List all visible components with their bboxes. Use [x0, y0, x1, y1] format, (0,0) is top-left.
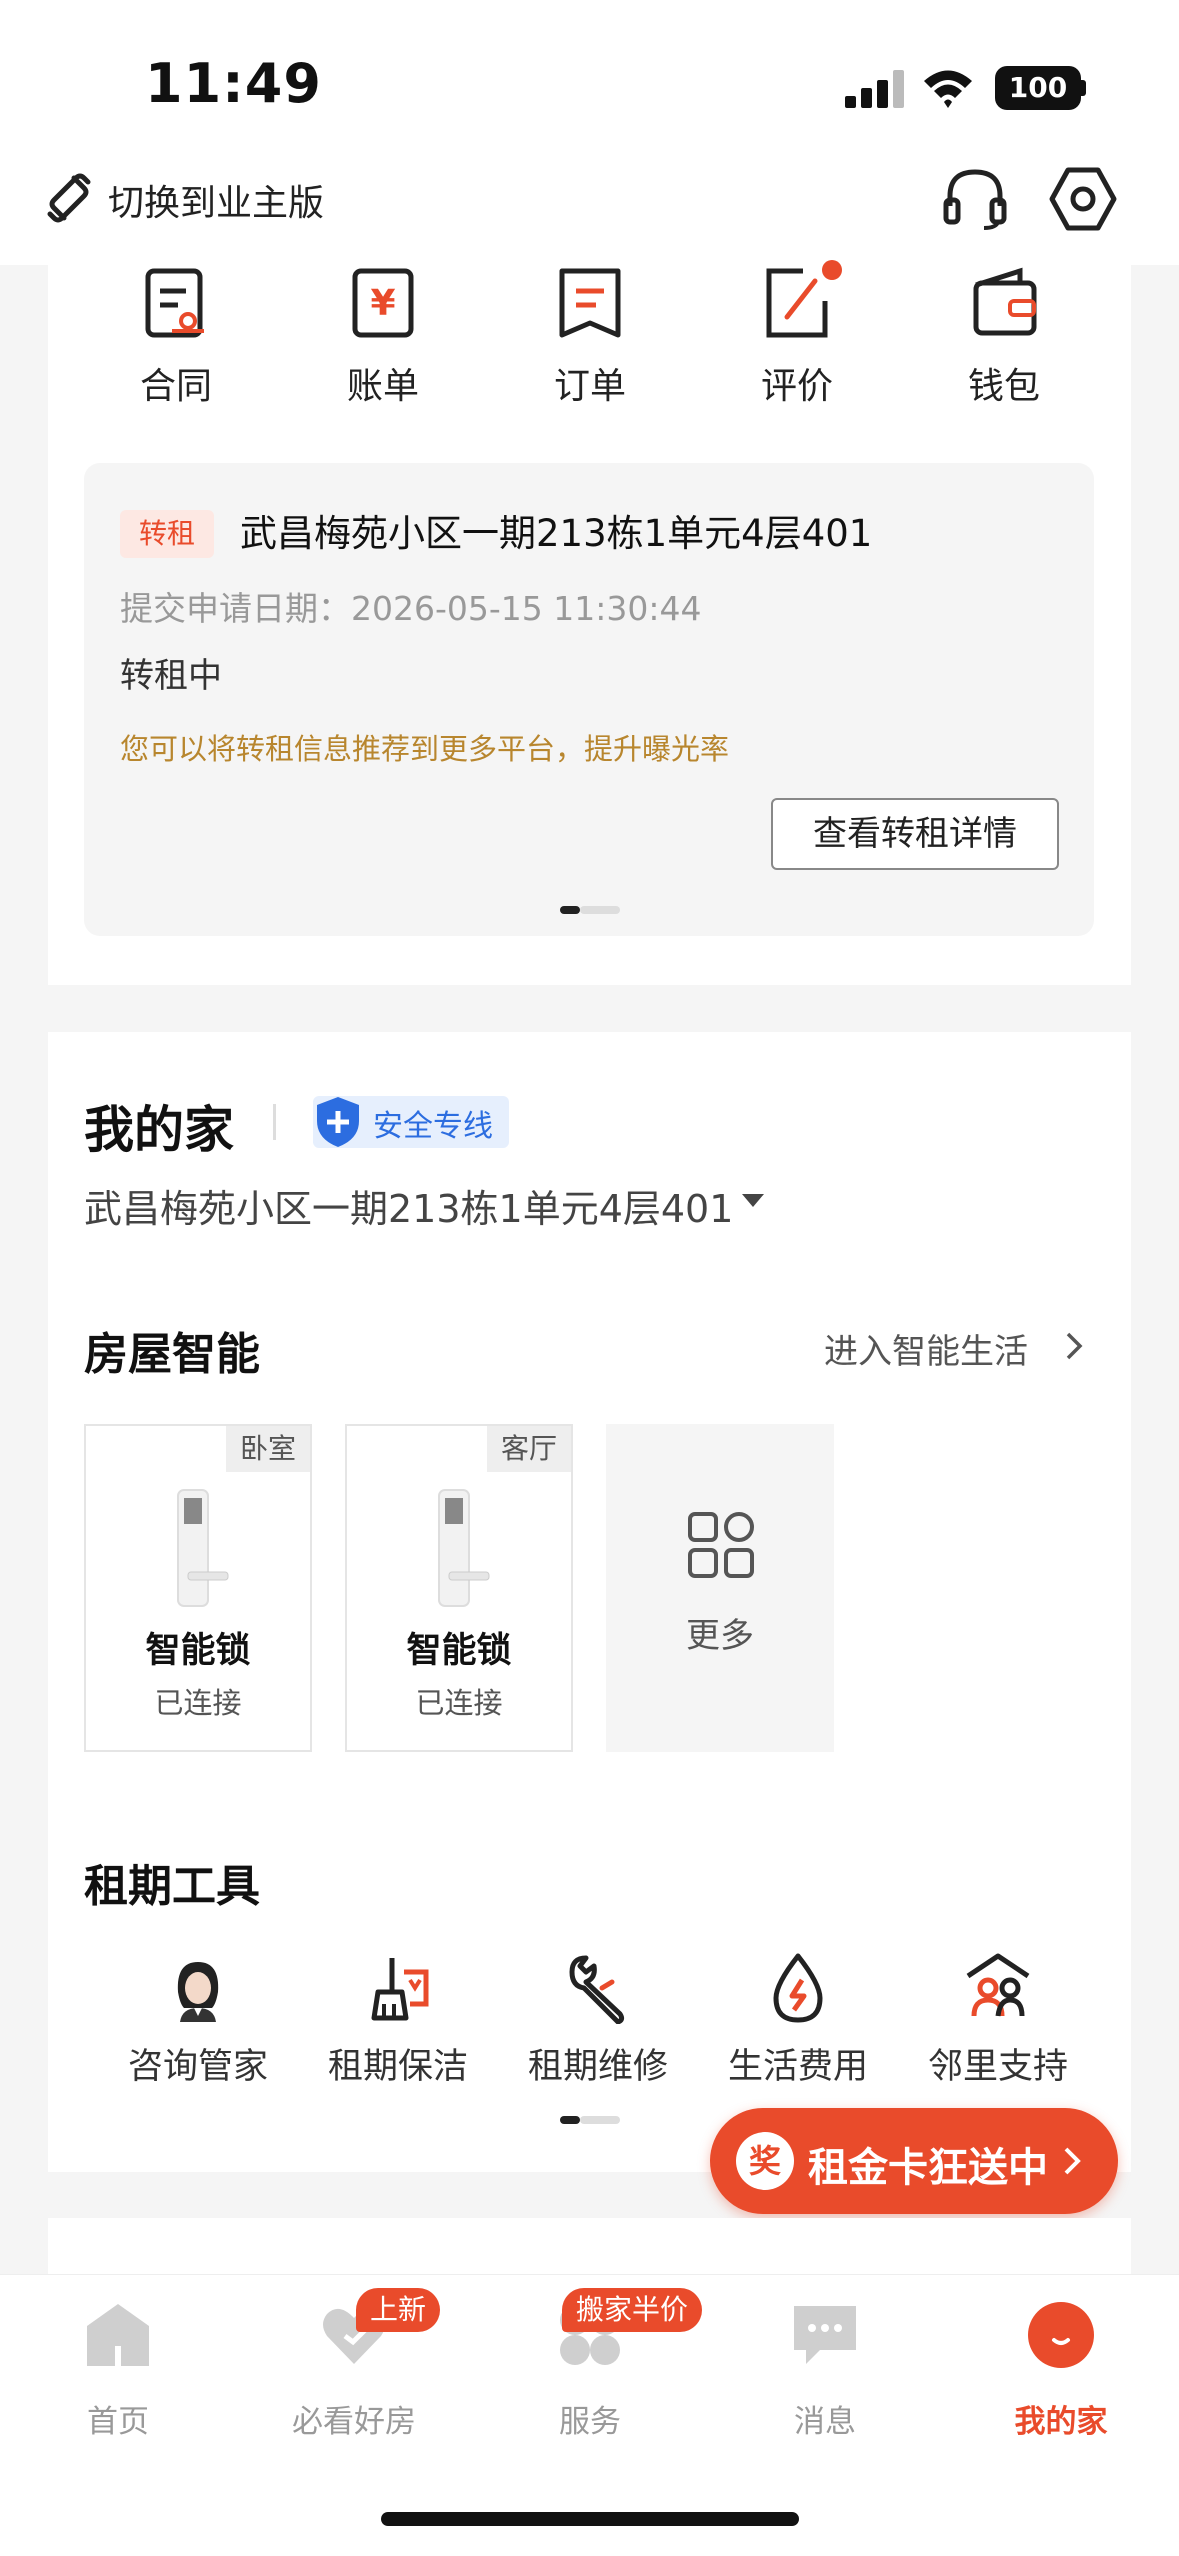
tab-label: 我的家 [1014, 2404, 1108, 2440]
home-indicator[interactable] [381, 2512, 799, 2526]
wallet-button[interactable]: 钱包 [924, 265, 1084, 415]
smart-lock-bedroom-tile[interactable]: 卧室 智能锁 已连接 [84, 1424, 312, 1752]
svg-text:¥: ¥ [370, 283, 395, 324]
tab-label: 首页 [87, 2404, 149, 2440]
caret-down-icon[interactable] [742, 1194, 764, 1207]
tool-label: 租期维修 [527, 2047, 668, 2087]
tab-messages[interactable]: 消息 [725, 2300, 925, 2440]
sublet-submit-date: 提交申请日期：2026-05-15 11:30:44 [120, 589, 702, 628]
sublet-pager [560, 906, 620, 914]
battery-tip [1081, 80, 1086, 96]
promo-label: 租金卡狂送中 [808, 2145, 1048, 2191]
tab-label: 必看好房 [292, 2404, 416, 2440]
review-icon [766, 268, 828, 338]
butler-avatar-icon [166, 1956, 230, 2022]
order-icon [559, 268, 621, 338]
sublet-tag: 转租 [120, 510, 214, 558]
new-badge: 上新 [356, 2288, 441, 2332]
tab-my-home[interactable]: 我的家 [961, 2300, 1161, 2440]
wallet-icon [973, 267, 1037, 336]
living-expenses-button[interactable]: 生活费用 [698, 1952, 898, 2092]
neighbor-icon [966, 1953, 1030, 2017]
message-icon [794, 2306, 856, 2364]
bill-label: 账单 [346, 366, 419, 407]
rental-repair-button[interactable]: 租期维修 [498, 1952, 698, 2092]
device-name: 智能锁 [145, 1631, 251, 1671]
smart-lock-livingroom-tile[interactable]: 客厅 智能锁 已连接 [345, 1424, 573, 1752]
cleaning-icon [371, 1958, 429, 2021]
smart-home-title: 房屋智能 [84, 1329, 260, 1380]
reward-badge: 奖 [736, 2132, 794, 2190]
grid-icon [688, 1512, 754, 1578]
device-status: 已连接 [415, 1686, 503, 1720]
utility-icon [773, 1953, 823, 2023]
order-button[interactable]: 订单 [510, 265, 670, 415]
chevron-right-icon[interactable] [1064, 1330, 1084, 1362]
status-time: 11:49 [145, 52, 322, 115]
neighbor-support-button[interactable]: 邻里支持 [898, 1952, 1098, 2092]
rental-tools-title: 租期工具 [84, 1861, 260, 1912]
wallet-label: 钱包 [967, 366, 1040, 407]
shield-plus-icon [317, 1097, 359, 1147]
device-room-label: 客厅 [487, 1426, 571, 1472]
tool-label: 咨询管家 [127, 2047, 268, 2087]
tool-label: 租期保洁 [327, 2047, 468, 2087]
tool-label: 生活费用 [727, 2047, 868, 2087]
more-label: 更多 [686, 1616, 754, 1656]
wifi-icon [924, 70, 972, 108]
smart-lock-icon [438, 1489, 490, 1607]
contract-label: 合同 [139, 366, 212, 407]
consult-butler-button[interactable]: 咨询管家 [98, 1952, 298, 2092]
tools-pager [560, 2116, 620, 2124]
sublet-tip: 您可以将转租信息推荐到更多平台，提升曝光率 [120, 732, 730, 766]
more-devices-tile[interactable]: 更多 [606, 1424, 834, 1752]
home-address-selector[interactable]: 武昌梅苑小区一期213栋1单元4层401 [84, 1178, 733, 1233]
next-card-peek [48, 2218, 1131, 2278]
sublet-address: 武昌梅苑小区一期213栋1单元4层401 [240, 512, 873, 555]
review-notification-dot [822, 260, 842, 280]
review-label: 评价 [760, 366, 833, 407]
headset-icon[interactable] [940, 162, 1010, 232]
tab-home[interactable]: 首页 [18, 2300, 218, 2440]
order-label: 订单 [553, 366, 626, 407]
tab-label: 消息 [794, 2404, 856, 2440]
review-button[interactable]: 评价 [717, 265, 877, 415]
sublet-status: 转租中 [120, 656, 222, 696]
smart-lock-icon [177, 1489, 229, 1607]
switch-icon[interactable] [44, 170, 94, 226]
title-divider [273, 1104, 276, 1140]
tab-label: 服务 [559, 2404, 621, 2440]
device-status: 已连接 [154, 1686, 242, 1720]
device-room-label: 卧室 [226, 1426, 310, 1472]
my-home-title: 我的家 [84, 1101, 234, 1159]
device-name: 智能锁 [406, 1631, 512, 1671]
switch-to-owner-link[interactable]: 切换到业主版 [108, 174, 324, 226]
safety-hotline-label: 安全专线 [373, 1109, 493, 1144]
contract-button[interactable]: 合同 [96, 265, 256, 415]
enter-smart-life-link[interactable]: 进入智能生活 [824, 1324, 1028, 1373]
tool-label: 邻里支持 [927, 2047, 1068, 2087]
view-sublet-details-button[interactable]: 查看转租详情 [771, 798, 1059, 870]
rental-cleaning-button[interactable]: 租期保洁 [298, 1952, 498, 2092]
my-home-icon [1028, 2302, 1094, 2368]
chevron-right-icon [1064, 2147, 1081, 2175]
settings-gear-icon[interactable] [1048, 164, 1118, 234]
bill-icon: ¥ [352, 268, 414, 338]
bill-button[interactable]: ¥ 账单 [303, 265, 463, 415]
repair-icon [569, 1955, 625, 2024]
signal-icon [845, 70, 905, 108]
contract-icon [145, 268, 204, 338]
moving-discount-badge: 搬家半价 [562, 2288, 703, 2332]
battery-indicator: 100 [995, 66, 1081, 110]
home-icon [87, 2304, 149, 2366]
